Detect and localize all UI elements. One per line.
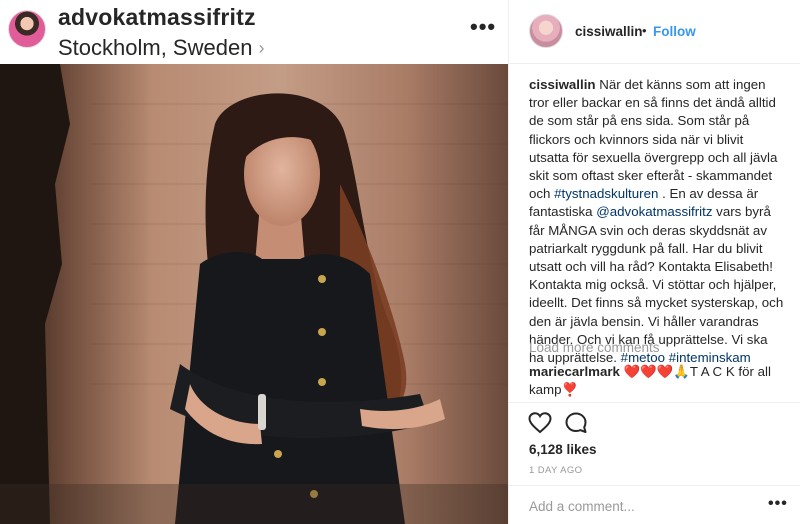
location-link[interactable]: Stockholm, Sweden › — [58, 35, 264, 61]
comment-username[interactable]: mariecarlmark — [529, 364, 620, 379]
post-photo[interactable] — [0, 64, 508, 524]
author-avatar[interactable] — [529, 14, 563, 48]
location-account-avatar[interactable] — [8, 10, 46, 48]
comment-bubble-icon[interactable] — [564, 411, 588, 435]
hashtag-tystnadskulturen[interactable]: #tystnadskulturen — [554, 186, 658, 201]
location-account-username[interactable]: advokatmassifritz — [58, 4, 256, 31]
more-options-icon[interactable]: ••• — [470, 14, 496, 40]
portrait-illustration — [0, 64, 508, 524]
location-label[interactable]: Stockholm, Sweden — [58, 35, 252, 61]
actions-divider — [509, 402, 800, 403]
mention-advokatmassifritz[interactable]: @advokatmassifritz — [596, 204, 712, 219]
caption-text-1: När det känns som att ingen tror eller b… — [529, 77, 778, 202]
like-count[interactable]: 6,128 likes — [529, 442, 597, 457]
post-caption: cissiwallin När det känns som att ingen … — [529, 76, 784, 367]
chevron-right-icon: › — [258, 37, 265, 58]
separator-dot: • — [642, 23, 647, 38]
add-comment-input[interactable]: Add a comment... — [529, 499, 635, 514]
follow-button[interactable]: Follow — [653, 24, 696, 39]
like-heart-icon[interactable] — [528, 412, 552, 434]
load-more-comments-link[interactable]: Load more comments — [529, 340, 660, 355]
more-options-icon[interactable]: ••• — [768, 495, 788, 513]
comment-item: mariecarlmark ❤️❤️❤️🙏T A C K för all kam… — [529, 363, 779, 399]
post-location-header: advokatmassifritz Stockholm, Sweden › ••… — [0, 0, 508, 64]
column-divider — [508, 0, 509, 524]
post-timestamp: 1 DAY AGO — [529, 465, 583, 476]
post-author-header: cissiwallin • Follow — [509, 0, 800, 64]
author-username[interactable]: cissiwallin — [575, 24, 643, 39]
caption-username[interactable]: cissiwallin — [529, 77, 596, 92]
